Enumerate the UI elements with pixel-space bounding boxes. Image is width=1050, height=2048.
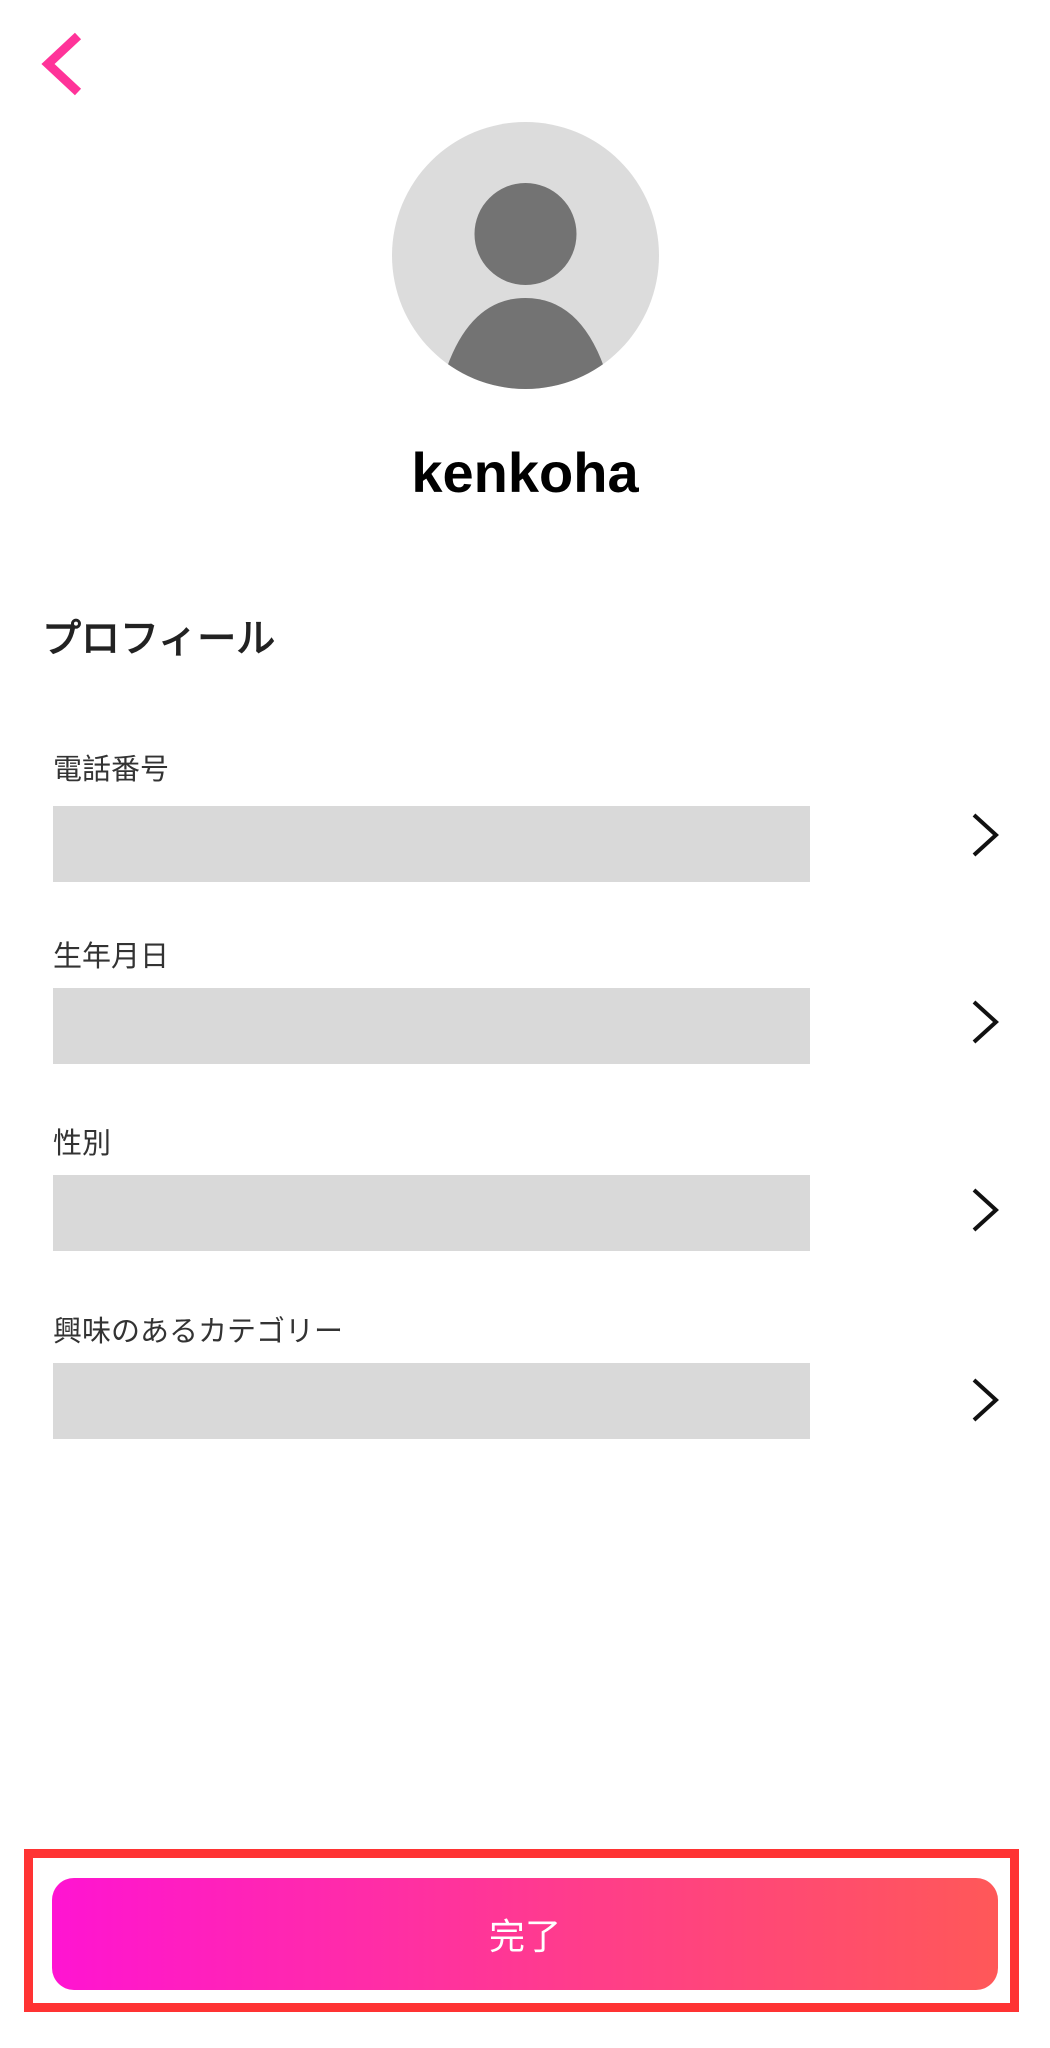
done-button[interactable]: 完了 [52,1878,998,1990]
birthday-field[interactable] [53,988,810,1064]
section-title: プロフィール [42,617,276,662]
chevron-right-icon [972,1188,999,1232]
interest-label: 興味のあるカテゴリー [53,1314,344,1348]
gender-chevron-button[interactable] [960,1182,1004,1238]
phone-field[interactable] [53,806,810,882]
interest-chevron-button[interactable] [960,1372,1004,1428]
gender-label: 性別 [53,1126,112,1160]
profile-edit-screen: kenkoha プロフィール 電話番号 生年月日 性別 興味のあるカテゴリー 完… [0,0,1050,2048]
birthday-label: 生年月日 [53,939,170,973]
chevron-right-icon [972,1378,999,1422]
user-avatar-icon [447,183,604,389]
gender-field[interactable] [53,1175,810,1251]
phone-label: 電話番号 [53,752,170,786]
phone-chevron-button[interactable] [960,807,1004,863]
birthday-chevron-button[interactable] [960,994,1004,1050]
chevron-right-icon [972,1000,999,1044]
interest-field[interactable] [53,1363,810,1439]
chevron-right-icon [972,813,999,857]
chevron-left-icon [41,32,82,96]
avatar[interactable] [392,122,659,389]
username: kenkoha [411,441,639,504]
back-button[interactable] [36,28,92,100]
